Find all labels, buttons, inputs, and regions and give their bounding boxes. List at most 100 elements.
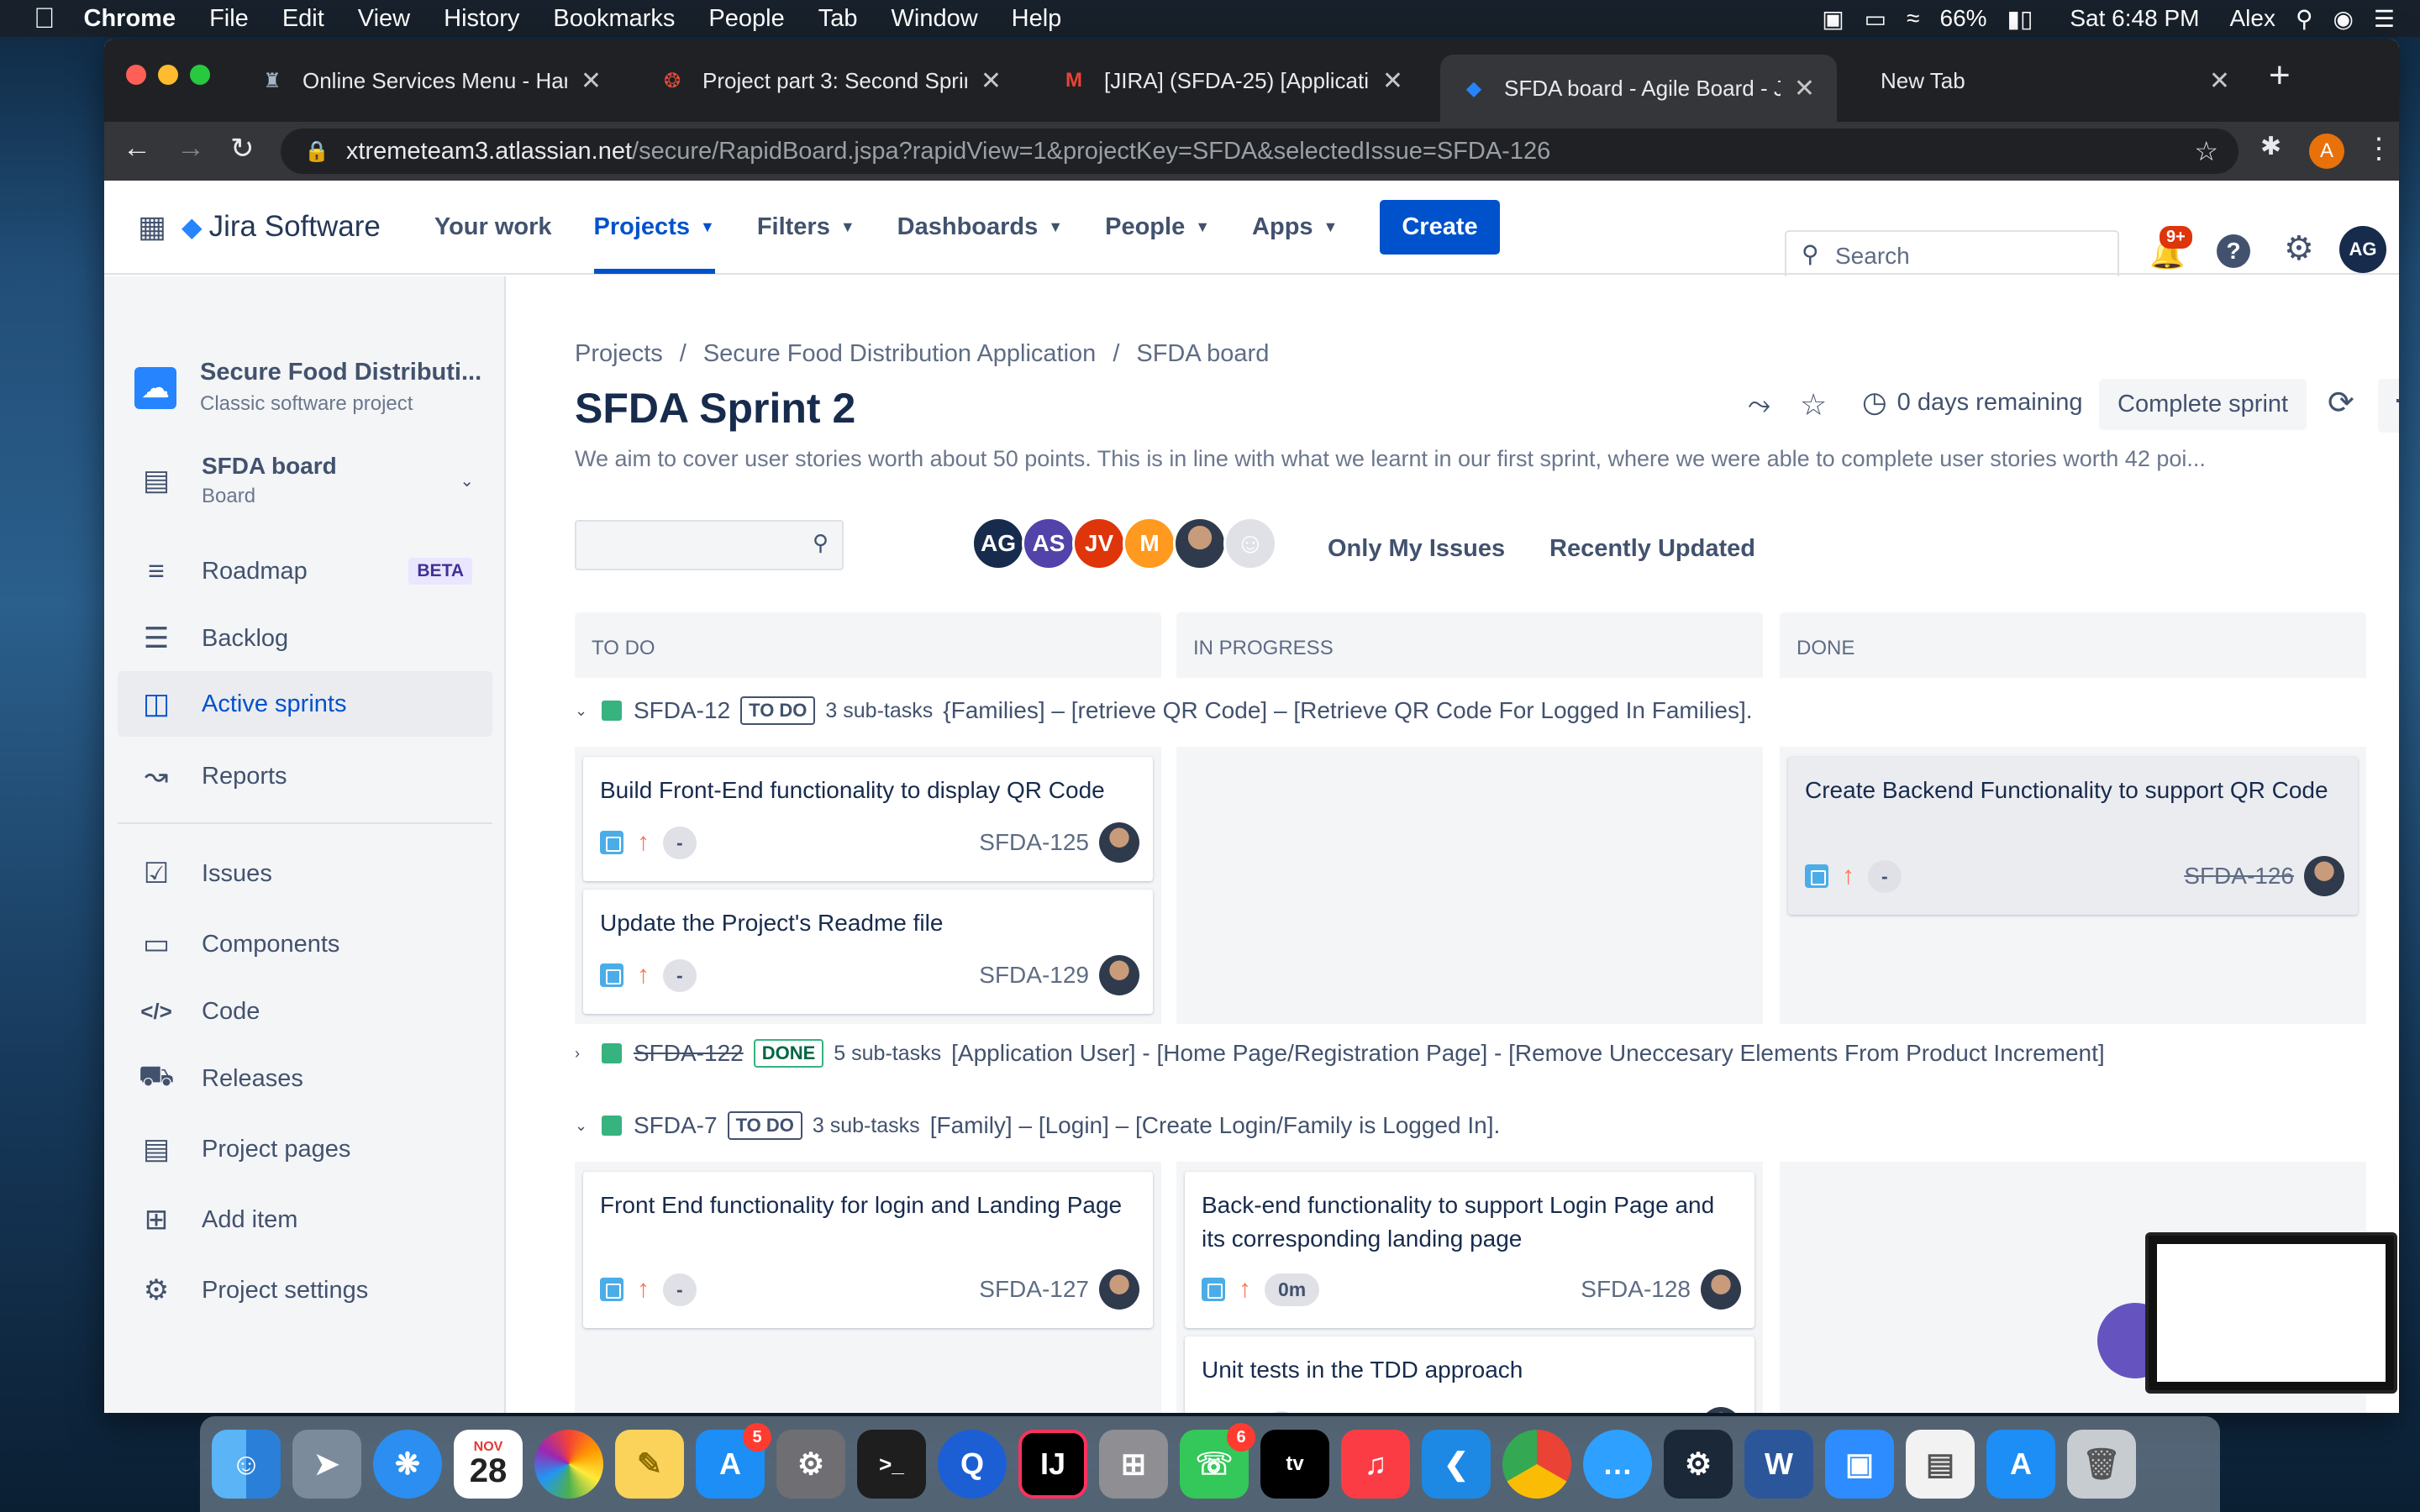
battery-icon[interactable]: ▮▯ (2007, 5, 2033, 33)
settings-gear-icon[interactable]: ⚙ (2284, 229, 2314, 268)
sidebar-item-releases[interactable]: ⛟ Releases (118, 1046, 492, 1111)
menu-people[interactable]: People (708, 5, 784, 33)
complete-sprint-button[interactable]: Complete sprint (2099, 379, 2307, 430)
new-tab-button[interactable]: + (2269, 55, 2291, 97)
music-icon[interactable]: ♫ (1341, 1430, 1410, 1499)
assignee-avatar[interactable]: AG (971, 517, 1025, 570)
issue-card-selected[interactable]: Create Backend Functionality to support … (1788, 757, 2358, 915)
launchpad-icon[interactable]: ➤ (292, 1430, 361, 1499)
user-avatar[interactable]: AG (2339, 226, 2386, 273)
menu-history[interactable]: History (444, 5, 519, 33)
back-icon[interactable]: ← (123, 132, 151, 165)
vscode-icon[interactable]: ❮ (1422, 1430, 1491, 1499)
issue-card[interactable]: Update the Project's Readme file ↑ - SFD… (583, 890, 1153, 1014)
sidebar-item-components[interactable]: ▭ Components (118, 911, 492, 977)
steam-icon[interactable]: ⚙ (1664, 1430, 1733, 1499)
word-icon[interactable]: W (1744, 1430, 1813, 1499)
notes-icon[interactable]: ✎ (615, 1430, 684, 1499)
zoom-app-icon[interactable]: ▣ (1825, 1430, 1894, 1499)
apple-tv-icon[interactable]: tv (1260, 1430, 1329, 1499)
clock[interactable]: Sat 6:48 PM (2070, 5, 2199, 32)
calendar-icon[interactable]: NOV 28 (454, 1430, 523, 1499)
nav-your-work[interactable]: Your work (434, 180, 552, 274)
sidebar-item-backlog[interactable]: ☰ Backlog (118, 606, 492, 671)
browser-tab[interactable]: ♜ Online Services Menu - Harvar ✕ (239, 55, 623, 107)
nav-projects[interactable]: Projects ▼ (593, 180, 716, 274)
trash-icon[interactable]: 🗑 (2067, 1430, 2136, 1499)
breadcrumb-projects[interactable]: Projects (575, 340, 663, 368)
nav-people[interactable]: People ▼ (1105, 180, 1210, 274)
close-tab-icon[interactable]: ✕ (981, 66, 1002, 96)
project-name[interactable]: Secure Food Distributi... (200, 359, 481, 386)
issue-card[interactable]: Build Front-End functionality to display… (583, 757, 1153, 881)
sidebar-item-project-settings[interactable]: ⚙ Project settings (118, 1257, 492, 1323)
menu-window[interactable]: Window (892, 5, 978, 33)
browser-tab-active[interactable]: ◆ SFDA board - Agile Board - Jira ✕ (1440, 55, 1837, 122)
system-preferences-icon[interactable]: ⚙ (776, 1430, 845, 1499)
sidebar-item-code[interactable]: </> Code (118, 979, 492, 1044)
breadcrumb-board[interactable]: SFDA board (1136, 340, 1269, 368)
airplay-icon[interactable]: ▭ (1865, 5, 1886, 33)
jira-logo-icon[interactable]: ◆ (182, 211, 203, 243)
photos-icon[interactable] (534, 1430, 603, 1499)
sidebar-item-project-pages[interactable]: ▤ Project pages (118, 1116, 492, 1182)
forward-icon[interactable]: → (176, 132, 205, 165)
nav-filters[interactable]: Filters ▼ (757, 180, 855, 274)
issue-card[interactable]: Unit tests in the TDD approach ↑ - SFDA-… (1185, 1336, 1754, 1413)
app-store-folder-icon[interactable]: A (1986, 1430, 2055, 1499)
product-name[interactable]: Jira Software (209, 210, 381, 244)
close-tab-icon[interactable]: ✕ (1382, 66, 1403, 96)
close-tab-icon[interactable]: ✕ (1794, 74, 1815, 103)
menu-help[interactable]: Help (1012, 5, 1062, 33)
chevron-down-icon[interactable]: ⌄ (575, 702, 593, 720)
zoom-icon[interactable]: ▣ (1822, 5, 1844, 33)
sidebar-item-reports[interactable]: ↝ Reports (118, 743, 492, 809)
sidebar-item-active-sprints[interactable]: ◫ Active sprints (118, 671, 492, 737)
sidebar-item-add-item[interactable]: ⊞ Add item (118, 1187, 492, 1252)
assignee-avatar[interactable]: M (1123, 517, 1176, 570)
close-tab-icon[interactable]: ✕ (2209, 66, 2230, 96)
star-icon[interactable]: ☆ (1800, 387, 1827, 423)
menu-bookmarks[interactable]: Bookmarks (553, 5, 675, 33)
close-window-button[interactable] (126, 65, 146, 85)
board-switcher[interactable]: ▤ SFDA board Board ⌄ (118, 444, 492, 517)
swimlane-header[interactable]: ⌄ SFDA-12 TO DO 3 sub-tasks {Families] –… (575, 696, 1753, 725)
issue-card[interactable]: Back-end functionality to support Login … (1185, 1172, 1754, 1328)
more-actions-icon[interactable]: ⋯ (2378, 379, 2399, 433)
browser-tab[interactable]: New Tab ✕ (1844, 55, 2252, 107)
automation-lightning-icon[interactable]: ⤳ (1748, 389, 1770, 422)
siri-icon[interactable]: ◉ (2333, 5, 2353, 33)
app-store-icon[interactable]: A5 (696, 1423, 771, 1499)
bookmark-star-icon[interactable]: ☆ (2194, 135, 2218, 167)
swimlane-header[interactable]: ⌄ SFDA-7 TO DO 3 sub-tasks [Family] – [L… (575, 1111, 1500, 1140)
swimlane-header[interactable]: › SFDA-122 DONE 5 sub-tasks [Application… (575, 1039, 2105, 1068)
create-button[interactable]: Create (1380, 199, 1500, 255)
safari-icon[interactable]: ❋ (373, 1430, 442, 1499)
quicktime-icon[interactable]: Q (938, 1430, 1007, 1499)
spotlight-icon[interactable]: ⚲ (2296, 5, 2313, 33)
apple-icon[interactable]:  (34, 3, 55, 35)
issue-card[interactable]: Front End functionality for login and La… (583, 1172, 1153, 1328)
chevron-down-icon[interactable]: ⌄ (575, 1117, 593, 1135)
chevron-right-icon[interactable]: › (575, 1045, 593, 1063)
finder-icon[interactable]: ☺ (212, 1430, 281, 1499)
terminal-icon[interactable]: >_ (857, 1430, 926, 1499)
maximize-window-button[interactable] (190, 65, 210, 85)
assignee-avatar[interactable]: JV (1072, 517, 1126, 570)
filter-search-input[interactable]: ⚲ (575, 520, 844, 570)
sidebar-item-issues[interactable]: ☑ Issues (118, 841, 492, 906)
facetime-icon[interactable]: ☏ 6 (1180, 1423, 1255, 1499)
search-input[interactable]: ⚲ Search (1785, 230, 2119, 282)
extensions-icon[interactable]: ✱ (2260, 132, 2281, 161)
menu-view[interactable]: View (358, 5, 410, 33)
browser-tab[interactable]: ❂ Project part 3: Second Sprint ✕ (639, 55, 1023, 107)
menu-edit[interactable]: Edit (282, 5, 324, 33)
issue-key[interactable]: SFDA-12 (634, 697, 730, 724)
profile-avatar[interactable]: A (2309, 134, 2344, 169)
wifi-icon[interactable]: ≈ (1907, 5, 1919, 32)
minimize-window-button[interactable] (158, 65, 178, 85)
breadcrumb-project[interactable]: Secure Food Distribution Application (703, 340, 1096, 368)
messages-icon[interactable]: … (1583, 1430, 1652, 1499)
reload-icon[interactable]: ↻ (230, 132, 255, 165)
nav-apps[interactable]: Apps ▼ (1252, 180, 1338, 274)
